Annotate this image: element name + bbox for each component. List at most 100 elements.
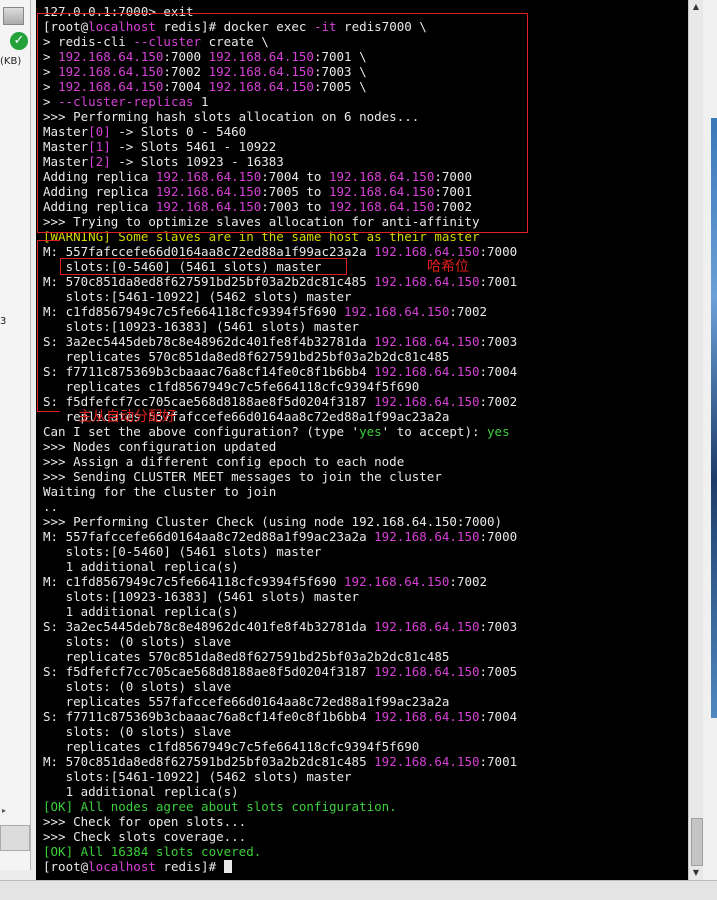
terminal-line: Can I set the above configuration? (type… — [43, 424, 510, 439]
terminal-text: [OK] All 16384 slots covered. — [43, 844, 262, 859]
scroll-down-icon[interactable]: ▼ — [689, 866, 703, 880]
terminal-text: 1 additional replica(s) — [43, 604, 239, 619]
terminal-line: M: 570c851da8ed8f627591bd25bf03a2b2dc81c… — [43, 274, 517, 289]
terminal-line: replicates 557fafccefe66d0164aa8c72ed88a… — [43, 694, 450, 709]
terminal-text: M: c1fd8567949c7c5fe664118cfc9394f5f690 — [43, 574, 345, 589]
terminal-line: replicates 570c851da8ed8f627591bd25bf03a… — [43, 349, 450, 364]
terminal-line: replicates c1fd8567949c7c5fe664118cfc939… — [43, 739, 420, 754]
terminal-line: S: f7711c875369b3cbaaac76a8cf14fe0c8f1b6… — [43, 364, 517, 379]
terminal-text: 192.168.64.150 — [374, 709, 480, 724]
terminal-text: >>> Performing Cluster Check (using node… — [43, 514, 503, 529]
terminal-text: [root@ — [43, 859, 89, 874]
bottom-status-bar — [0, 880, 717, 900]
terminal-line: >>> Sending CLUSTER MEET messages to joi… — [43, 469, 442, 484]
master-bracket-box — [37, 240, 60, 412]
terminal-text: 192.168.64.150 — [344, 304, 450, 319]
terminal-line: slots:[5461-10922] (5462 slots) master — [43, 289, 352, 304]
terminal-cursor — [223, 860, 232, 873]
terminal-text: slots:[0-5460] (5461 slots) master — [43, 544, 322, 559]
terminal-line: S: 3a2ec5445deb78c8e48962dc401fe8f4b3278… — [43, 334, 517, 349]
terminal-text: :7003 — [479, 334, 518, 349]
terminal-text: 1 additional replica(s) — [43, 784, 239, 799]
terminal-line: M: c1fd8567949c7c5fe664118cfc9394f5f690 … — [43, 574, 487, 589]
terminal-line: slots:[10923-16383] (5461 slots) master — [43, 319, 360, 334]
terminal-line: [OK] All nodes agree about slots configu… — [43, 799, 397, 814]
terminal-text: redis]# — [155, 859, 224, 874]
terminal-text: :7001 — [479, 274, 518, 289]
terminal-text: replicates 557fafccefe66d0164aa8c72ed88a… — [43, 694, 450, 709]
size-column-label: (KB) — [0, 56, 22, 67]
terminal-line: M: 557fafccefe66d0164aa8c72ed88a1f99ac23… — [43, 529, 517, 544]
terminal-line: >>> Assign a different config epoch to e… — [43, 454, 404, 469]
terminal-text: yes — [487, 424, 510, 439]
terminal-line: 1 additional replica(s) — [43, 559, 239, 574]
checkmark-icon[interactable]: ✓ — [10, 32, 28, 50]
terminal-scrollbar[interactable]: ▲ ▼ — [688, 0, 703, 880]
terminal-text: 192.168.64.150 — [374, 529, 480, 544]
command-highlight-box — [37, 13, 528, 233]
terminal-line: S: 3a2ec5445deb78c8e48962dc401fe8f4b3278… — [43, 619, 517, 634]
terminal-text: S: f5dfefcf7cc705cae568d8188ae8f5d0204f3… — [43, 664, 375, 679]
terminal-text: S: f7711c875369b3cbaaac76a8cf14fe0c8f1b6… — [43, 364, 375, 379]
terminal-line: >>> Check slots coverage... — [43, 829, 246, 844]
terminal-text: :7002 — [449, 304, 488, 319]
terminal-text: slots: (0 slots) slave — [43, 679, 232, 694]
terminal-text: yes — [359, 424, 382, 439]
terminal-text: S: 3a2ec5445deb78c8e48962dc401fe8f4b3278… — [43, 334, 375, 349]
terminal-text: :7002 — [479, 394, 518, 409]
terminal-line: 1 additional replica(s) — [43, 604, 239, 619]
terminal-text: M: 570c851da8ed8f627591bd25bf03a2b2dc81c… — [43, 274, 375, 289]
terminal-text: :7005 — [479, 664, 518, 679]
terminal-text: replicates 570c851da8ed8f627591bd25bf03a… — [43, 649, 450, 664]
terminal-line: 1 additional replica(s) — [43, 784, 239, 799]
terminal-text: M: 557fafccefe66d0164aa8c72ed88a1f99ac23… — [43, 529, 375, 544]
terminal-text: 192.168.64.150 — [374, 274, 480, 289]
terminal-text: Waiting for the cluster to join — [43, 484, 277, 499]
terminal-line: M: 570c851da8ed8f627591bd25bf03a2b2dc81c… — [43, 754, 517, 769]
terminal-text: .. — [43, 499, 59, 514]
terminal-text: 192.168.64.150 — [374, 664, 480, 679]
terminal-text: M: 557fafccefe66d0164aa8c72ed88a1f99ac23… — [43, 244, 375, 259]
terminal-text: :7004 — [479, 364, 518, 379]
row-label: 3 — [0, 316, 7, 327]
terminal-line: slots:[0-5460] (5461 slots) master — [43, 544, 322, 559]
terminal-text: 192.168.64.150 — [374, 619, 480, 634]
desktop-wallpaper — [711, 118, 717, 718]
terminal-text: S: 3a2ec5445deb78c8e48962dc401fe8f4b3278… — [43, 619, 375, 634]
terminal-line: [root@localhost redis]# — [43, 859, 232, 874]
terminal-text: 192.168.64.150 — [374, 754, 480, 769]
terminal-line: >>> Check for open slots... — [43, 814, 246, 829]
terminal-text: :7004 — [479, 709, 518, 724]
scroll-right-icon[interactable]: ▸ — [2, 806, 6, 815]
terminal-text: ' to accept): — [381, 424, 488, 439]
terminal-text: M: 570c851da8ed8f627591bd25bf03a2b2dc81c… — [43, 754, 375, 769]
terminal-text: slots: (0 slots) slave — [43, 724, 232, 739]
left-panel-box — [0, 825, 30, 851]
terminal-line: M: c1fd8567949c7c5fe664118cfc9394f5f690 … — [43, 304, 487, 319]
scroll-up-icon[interactable]: ▲ — [689, 0, 703, 14]
terminal-text: 192.168.64.150 — [374, 364, 480, 379]
terminal-text: 192.168.64.150 — [374, 394, 480, 409]
terminal-line: replicates c1fd8567949c7c5fe664118cfc939… — [43, 379, 420, 394]
left-window-panel: ✓ (KB) 3 ▸ — [0, 0, 31, 870]
slots-highlight-box — [60, 258, 347, 275]
master-slave-annotation: 主从自动分配好 — [78, 409, 176, 425]
terminal-text: Can I set the above configuration? (type… — [43, 424, 360, 439]
terminal-text: S: f7711c875369b3cbaaac76a8cf14fe0c8f1b6… — [43, 709, 375, 724]
terminal-text: slots:[10923-16383] (5461 slots) master — [43, 589, 360, 604]
terminal-line: [OK] All 16384 slots covered. — [43, 844, 261, 859]
terminal-text: slots:[5461-10922] (5462 slots) master — [43, 769, 352, 784]
terminal-line: slots: (0 slots) slave — [43, 679, 232, 694]
terminal-line: >>> Nodes configuration updated — [43, 439, 276, 454]
terminal-line: slots: (0 slots) slave — [43, 724, 232, 739]
terminal-text: >>> Check slots coverage... — [43, 829, 247, 844]
terminal-text: >>> Sending CLUSTER MEET messages to joi… — [43, 469, 442, 484]
terminal-text: replicates 570c851da8ed8f627591bd25bf03a… — [43, 349, 450, 364]
terminal-text: >>> Assign a different config epoch to e… — [43, 454, 405, 469]
terminal-line: slots: (0 slots) slave — [43, 634, 232, 649]
terminal-text: >>> Check for open slots... — [43, 814, 247, 829]
scrollbar-thumb[interactable] — [691, 818, 703, 866]
terminal-line: slots:[5461-10922] (5462 slots) master — [43, 769, 352, 784]
terminal-text: :7000 — [479, 529, 518, 544]
window-icon[interactable] — [3, 7, 24, 25]
